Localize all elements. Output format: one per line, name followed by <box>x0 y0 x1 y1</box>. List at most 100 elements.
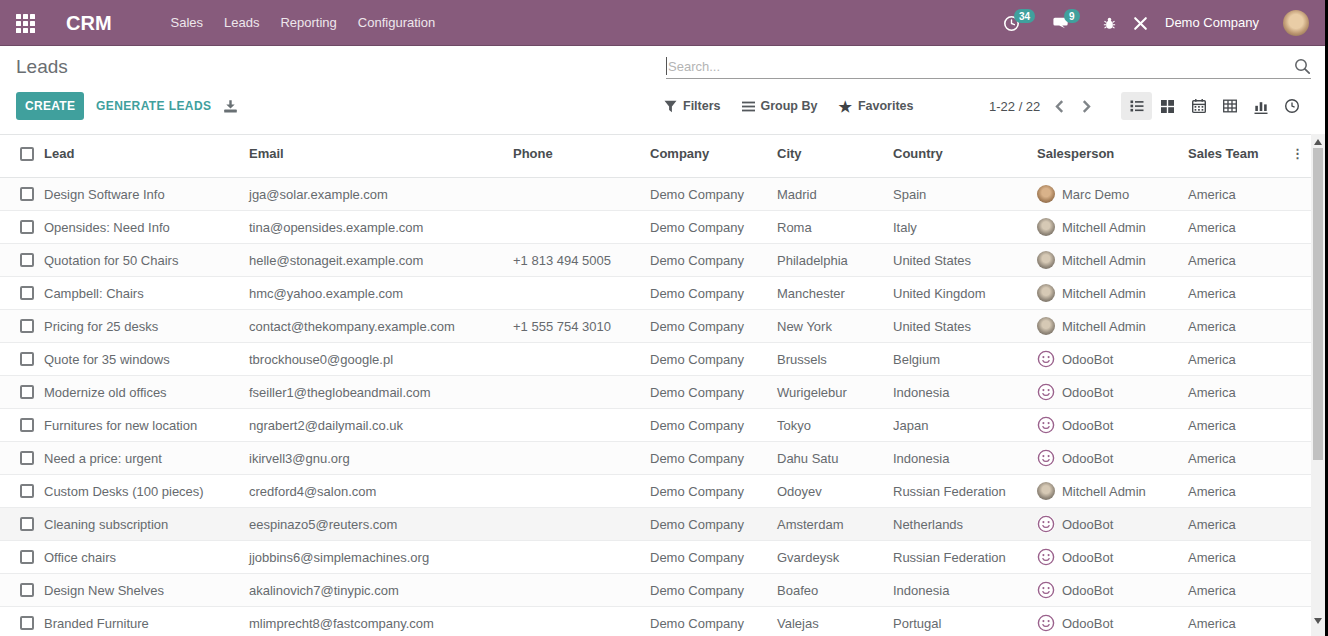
cell-email[interactable]: tbrockhouse0@google.pl <box>245 343 509 376</box>
cell-email[interactable]: jjobbins6@simplemachines.org <box>245 541 509 574</box>
table-row[interactable]: Branded Furnituremlimprecht8@fastcompany… <box>0 607 1311 636</box>
cell-phone[interactable] <box>509 211 646 244</box>
column-header-email[interactable]: Email <box>245 135 509 178</box>
cell-lead[interactable]: Pricing for 25 desks <box>40 310 245 343</box>
cell-city[interactable]: Tokyo <box>773 409 889 442</box>
debug-bug-button[interactable] <box>1102 15 1117 35</box>
cell-phone[interactable] <box>509 607 646 636</box>
download-button[interactable] <box>223 99 238 117</box>
table-row[interactable]: Quote for 35 windowstbrockhouse0@google.… <box>0 343 1311 376</box>
cell-country[interactable]: Indonesia <box>889 442 1033 475</box>
cell-company[interactable]: Demo Company <box>646 574 773 607</box>
cell-lead[interactable]: Campbell: Chairs <box>40 277 245 310</box>
column-header-city[interactable]: City <box>773 135 889 178</box>
cell-phone[interactable] <box>509 541 646 574</box>
cell-city[interactable]: Odoyev <box>773 475 889 508</box>
cell-company[interactable]: Demo Company <box>646 508 773 541</box>
cell-phone[interactable] <box>509 508 646 541</box>
cell-company[interactable]: Demo Company <box>646 376 773 409</box>
row-checkbox[interactable] <box>20 352 34 366</box>
table-row[interactable]: Pricing for 25 deskscontact@thekompany.e… <box>0 310 1311 343</box>
column-header-country[interactable]: Country <box>889 135 1033 178</box>
vertical-scrollbar[interactable] <box>1311 134 1325 636</box>
cell-company[interactable]: Demo Company <box>646 442 773 475</box>
cell-city[interactable]: Wurigelebur <box>773 376 889 409</box>
cell-email[interactable]: eespinazo5@reuters.com <box>245 508 509 541</box>
cell-lead[interactable]: Modernize old offices <box>40 376 245 409</box>
cell-lead[interactable]: Design New Shelves <box>40 574 245 607</box>
row-checkbox[interactable] <box>20 286 34 300</box>
column-header-company[interactable]: Company <box>646 135 773 178</box>
table-row[interactable]: Office chairsjjobbins6@simplemachines.or… <box>0 541 1311 574</box>
row-checkbox[interactable] <box>20 187 34 201</box>
cell-salesperson[interactable]: Marc Demo <box>1033 178 1184 211</box>
cell-city[interactable]: Boafeo <box>773 574 889 607</box>
search-icon[interactable] <box>1294 58 1311 75</box>
cell-city[interactable]: Gvardeysk <box>773 541 889 574</box>
cell-email[interactable]: contact@thekompany.example.com <box>245 310 509 343</box>
cell-city[interactable]: Dahu Satu <box>773 442 889 475</box>
cell-phone[interactable] <box>509 442 646 475</box>
column-header-phone[interactable]: Phone <box>509 135 646 178</box>
cell-country[interactable]: Spain <box>889 178 1033 211</box>
cell-company[interactable]: Demo Company <box>646 211 773 244</box>
row-checkbox[interactable] <box>20 253 34 267</box>
search-input[interactable]: Search... <box>666 56 1311 79</box>
cell-lead[interactable]: Branded Furniture <box>40 607 245 636</box>
cell-lead[interactable]: Quotation for 50 Chairs <box>40 244 245 277</box>
cell-phone[interactable] <box>509 376 646 409</box>
cell-salesperson[interactable]: OdooBot <box>1033 607 1184 636</box>
cell-lead[interactable]: Need a price: urgent <box>40 442 245 475</box>
cell-country[interactable]: Russian Federation <box>889 475 1033 508</box>
table-row[interactable]: Custom Desks (100 pieces)credford4@salon… <box>0 475 1311 508</box>
cell-salesperson[interactable]: OdooBot <box>1033 508 1184 541</box>
cell-team[interactable]: America <box>1184 409 1280 442</box>
cell-city[interactable]: Manchester <box>773 277 889 310</box>
table-row[interactable]: Cleaning subscriptioneespinazo5@reuters.… <box>0 508 1311 541</box>
cell-phone[interactable] <box>509 178 646 211</box>
list-view-button[interactable] <box>1121 92 1152 120</box>
cell-city[interactable]: Madrid <box>773 178 889 211</box>
cell-company[interactable]: Demo Company <box>646 310 773 343</box>
row-checkbox[interactable] <box>20 319 34 333</box>
cell-salesperson[interactable]: OdooBot <box>1033 442 1184 475</box>
cell-salesperson[interactable]: Mitchell Admin <box>1033 310 1184 343</box>
table-row[interactable]: Furnitures for new locationngrabert2@dai… <box>0 409 1311 442</box>
cell-team[interactable]: America <box>1184 211 1280 244</box>
cell-email[interactable]: mlimprecht8@fastcompany.com <box>245 607 509 636</box>
generate-leads-button[interactable]: GENERATE LEADS <box>96 92 211 120</box>
cell-team[interactable]: America <box>1184 343 1280 376</box>
cell-salesperson[interactable]: Mitchell Admin <box>1033 475 1184 508</box>
cell-company[interactable]: Demo Company <box>646 541 773 574</box>
cell-phone[interactable] <box>509 343 646 376</box>
cell-country[interactable]: United States <box>889 244 1033 277</box>
cell-email[interactable]: tina@opensides.example.com <box>245 211 509 244</box>
row-checkbox[interactable] <box>20 418 34 432</box>
cell-team[interactable]: America <box>1184 277 1280 310</box>
cell-phone[interactable] <box>509 277 646 310</box>
cell-city[interactable]: Valejas <box>773 607 889 636</box>
scrollbar-up-arrow[interactable] <box>1314 139 1322 145</box>
activity-view-button[interactable] <box>1276 92 1307 120</box>
cell-country[interactable]: Belgium <box>889 343 1033 376</box>
cell-phone[interactable]: +1 555 754 3010 <box>509 310 646 343</box>
cell-company[interactable]: Demo Company <box>646 277 773 310</box>
row-checkbox[interactable] <box>20 517 34 531</box>
cell-team[interactable]: America <box>1184 475 1280 508</box>
cell-team[interactable]: America <box>1184 508 1280 541</box>
cell-salesperson[interactable]: OdooBot <box>1033 376 1184 409</box>
cell-phone[interactable] <box>509 475 646 508</box>
cell-salesperson[interactable]: Mitchell Admin <box>1033 244 1184 277</box>
cell-team[interactable]: America <box>1184 178 1280 211</box>
cell-email[interactable]: ikirvell3@gnu.org <box>245 442 509 475</box>
cell-team[interactable]: America <box>1184 376 1280 409</box>
pager-previous-button[interactable] <box>1054 92 1065 120</box>
cell-team[interactable]: America <box>1184 607 1280 636</box>
cell-salesperson[interactable]: OdooBot <box>1033 574 1184 607</box>
cell-lead[interactable]: Furnitures for new location <box>40 409 245 442</box>
company-switcher[interactable]: Demo Company <box>1165 0 1259 46</box>
cell-email[interactable]: credford4@salon.com <box>245 475 509 508</box>
cell-country[interactable]: Japan <box>889 409 1033 442</box>
cell-lead[interactable]: Cleaning subscription <box>40 508 245 541</box>
cell-company[interactable]: Demo Company <box>646 178 773 211</box>
